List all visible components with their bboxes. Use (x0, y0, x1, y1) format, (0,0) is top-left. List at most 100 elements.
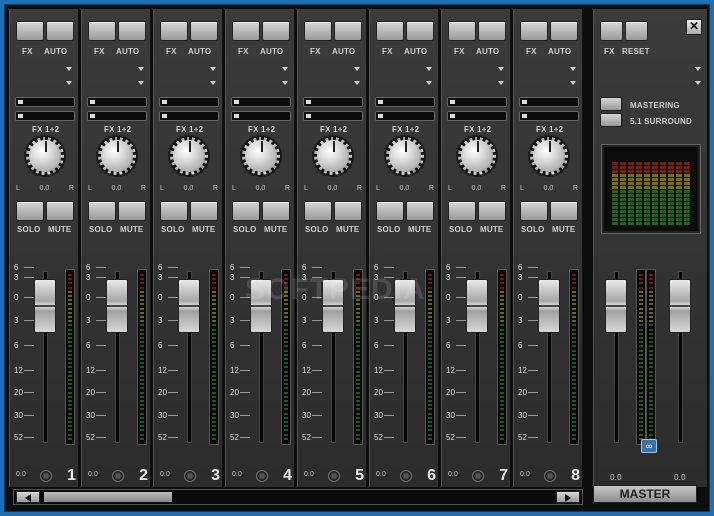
pan-knob[interactable] (242, 137, 280, 175)
chevron-down-icon[interactable] (695, 67, 701, 71)
solo-button[interactable] (520, 201, 548, 221)
fx1-send-slider[interactable] (303, 97, 363, 107)
chevron-down-icon[interactable] (138, 67, 144, 71)
chevron-down-icon[interactable] (498, 81, 504, 85)
fx1-send-slider[interactable] (15, 97, 75, 107)
auto-button[interactable] (334, 21, 362, 41)
mute-button[interactable] (478, 201, 506, 221)
solo-button[interactable] (88, 201, 116, 221)
master-left-fader[interactable] (605, 279, 627, 333)
chevron-down-icon[interactable] (570, 81, 576, 85)
close-button[interactable]: ✕ (686, 19, 702, 35)
solo-button[interactable] (376, 201, 404, 221)
mute-button[interactable] (334, 201, 362, 221)
pan-knob[interactable] (386, 137, 424, 175)
pan-knob[interactable] (530, 137, 568, 175)
volume-fader[interactable] (466, 279, 488, 333)
horizontal-scrollbar[interactable] (13, 489, 583, 505)
master-right-fader[interactable] (669, 279, 691, 333)
pan-knob[interactable] (314, 137, 352, 175)
chevron-down-icon[interactable] (210, 81, 216, 85)
volume-fader[interactable] (178, 279, 200, 333)
auto-button[interactable] (262, 21, 290, 41)
surround-button[interactable] (600, 113, 622, 127)
fx-button[interactable] (376, 21, 404, 41)
input-jack-icon[interactable] (544, 470, 556, 482)
scroll-right-button[interactable] (556, 491, 580, 503)
volume-fader[interactable] (34, 279, 56, 333)
link-icon[interactable]: ∞ (641, 439, 657, 453)
fx-button[interactable] (160, 21, 188, 41)
fx2-send-slider[interactable] (303, 111, 363, 121)
master-fx-button[interactable] (600, 21, 623, 41)
fx1-send-slider[interactable] (447, 97, 507, 107)
chevron-down-icon[interactable] (354, 81, 360, 85)
fx2-send-slider[interactable] (87, 111, 147, 121)
fx1-send-slider[interactable] (159, 97, 219, 107)
fx2-send-slider[interactable] (231, 111, 291, 121)
auto-button[interactable] (190, 21, 218, 41)
fx2-send-slider[interactable] (15, 111, 75, 121)
fx-button[interactable] (448, 21, 476, 41)
solo-button[interactable] (232, 201, 260, 221)
fx-button[interactable] (16, 21, 44, 41)
auto-button[interactable] (550, 21, 578, 41)
volume-fader[interactable] (106, 279, 128, 333)
scroll-thumb[interactable] (44, 492, 172, 502)
chevron-down-icon[interactable] (66, 67, 72, 71)
input-jack-icon[interactable] (400, 470, 412, 482)
fx-button[interactable] (232, 21, 260, 41)
fx-button[interactable] (304, 21, 332, 41)
fx2-send-slider[interactable] (447, 111, 507, 121)
volume-fader[interactable] (538, 279, 560, 333)
chevron-down-icon[interactable] (66, 81, 72, 85)
master-button[interactable]: MASTER (593, 485, 697, 503)
input-jack-icon[interactable] (112, 470, 124, 482)
fx2-send-slider[interactable] (159, 111, 219, 121)
auto-button[interactable] (118, 21, 146, 41)
auto-button[interactable] (46, 21, 74, 41)
auto-button[interactable] (406, 21, 434, 41)
solo-button[interactable] (448, 201, 476, 221)
mute-button[interactable] (118, 201, 146, 221)
pan-knob[interactable] (26, 137, 64, 175)
chevron-down-icon[interactable] (282, 81, 288, 85)
solo-button[interactable] (304, 201, 332, 221)
mute-button[interactable] (262, 201, 290, 221)
chevron-down-icon[interactable] (282, 67, 288, 71)
chevron-down-icon[interactable] (354, 67, 360, 71)
chevron-down-icon[interactable] (570, 67, 576, 71)
input-jack-icon[interactable] (328, 470, 340, 482)
pan-knob[interactable] (98, 137, 136, 175)
fx-button[interactable] (88, 21, 116, 41)
pan-knob[interactable] (458, 137, 496, 175)
mastering-button[interactable] (600, 97, 622, 111)
input-jack-icon[interactable] (40, 470, 52, 482)
chevron-down-icon[interactable] (426, 67, 432, 71)
mute-button[interactable] (190, 201, 218, 221)
chevron-down-icon[interactable] (138, 81, 144, 85)
fx1-send-slider[interactable] (519, 97, 579, 107)
input-jack-icon[interactable] (184, 470, 196, 482)
input-jack-icon[interactable] (256, 470, 268, 482)
fx1-send-slider[interactable] (375, 97, 435, 107)
fx1-send-slider[interactable] (231, 97, 291, 107)
chevron-down-icon[interactable] (695, 81, 701, 85)
mute-button[interactable] (46, 201, 74, 221)
auto-button[interactable] (478, 21, 506, 41)
chevron-down-icon[interactable] (426, 81, 432, 85)
mute-button[interactable] (406, 201, 434, 221)
solo-button[interactable] (160, 201, 188, 221)
input-jack-icon[interactable] (472, 470, 484, 482)
chevron-down-icon[interactable] (210, 67, 216, 71)
scroll-left-button[interactable] (16, 491, 40, 503)
mute-button[interactable] (550, 201, 578, 221)
fx1-send-slider[interactable] (87, 97, 147, 107)
solo-button[interactable] (16, 201, 44, 221)
fx2-send-slider[interactable] (519, 111, 579, 121)
pan-knob[interactable] (170, 137, 208, 175)
fx2-send-slider[interactable] (375, 111, 435, 121)
master-reset-button[interactable] (625, 21, 648, 41)
chevron-down-icon[interactable] (498, 67, 504, 71)
fx-button[interactable] (520, 21, 548, 41)
